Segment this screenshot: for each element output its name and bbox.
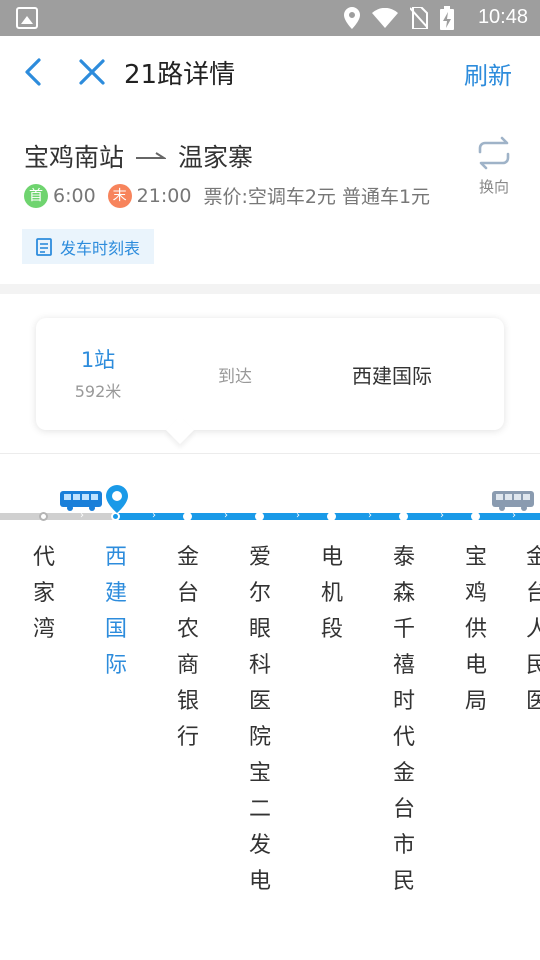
stops-count: 1站 <box>80 348 116 372</box>
no-sim-icon <box>410 7 428 29</box>
track-chevron: › <box>80 510 84 521</box>
stop-dot-current <box>111 512 120 521</box>
station-item[interactable]: 代家湾 <box>30 540 58 648</box>
card-pointer <box>165 415 195 445</box>
battery-charging-icon <box>440 6 454 30</box>
first-bus-time: 6:00 <box>53 184 96 207</box>
bus-icon <box>60 491 102 511</box>
arrival-station: 西建国际 <box>352 364 432 388</box>
route-names: 宝鸡南站 温家寨 <box>24 138 253 174</box>
stop-dot <box>399 512 408 521</box>
stop-dot <box>327 512 336 521</box>
station-item[interactable]: 金台农商银行 <box>174 540 202 756</box>
arrive-label: 到达 <box>218 367 252 387</box>
wifi-icon <box>372 8 398 28</box>
stop-dot <box>471 512 480 521</box>
route-origin: 宝鸡南站 <box>24 143 125 172</box>
refresh-button[interactable]: 刷新 <box>464 56 512 91</box>
timetable-button[interactable]: 发车时刻表 <box>22 229 155 264</box>
track-chevron: › <box>296 510 300 521</box>
app-header: 21路详情 刷新 <box>0 36 540 108</box>
section-separator <box>0 284 540 294</box>
status-bar: 10:48 <box>0 0 540 36</box>
location-pin-icon <box>106 485 128 513</box>
swap-direction-label: 换向 <box>478 178 509 196</box>
track-chevron: › <box>368 510 372 521</box>
station-item-partial[interactable]: 金台人民医 <box>526 540 540 720</box>
station-item[interactable]: 宝鸡供电局 <box>462 540 490 720</box>
stop-dot <box>39 512 48 521</box>
chevron-left-icon <box>25 58 41 86</box>
location-icon <box>344 7 360 29</box>
timetable-label: 发车时刻表 <box>60 238 141 258</box>
station-item-current[interactable]: 西建国际 <box>102 540 130 684</box>
last-bus-time: 21:00 <box>136 184 192 207</box>
route-destination: 温家寨 <box>178 143 254 172</box>
page-title: 21路详情 <box>124 60 236 90</box>
distance: 592米 <box>74 382 122 401</box>
station-item[interactable]: 爱尔眼科医院宝二发电 <box>246 540 274 900</box>
arrival-card: 1站 592米 到达 西建国际 <box>36 318 504 445</box>
station-item[interactable]: 泰森千禧时代金台市民 <box>390 540 418 900</box>
station-item[interactable]: 电机段 <box>318 540 346 648</box>
route-info: 宝鸡南站 温家寨 换向 首 6:00 末 21:00 票价:空调车2元 普通车1… <box>0 108 540 286</box>
swap-direction-icon <box>478 136 510 170</box>
status-icons <box>344 6 454 30</box>
stop-dot <box>255 512 264 521</box>
close-button[interactable] <box>74 54 110 90</box>
close-icon <box>79 59 105 85</box>
track-chevron: › <box>512 510 516 521</box>
clock-time: 10:48 <box>477 6 528 28</box>
timetable-icon <box>36 237 52 256</box>
stops-away: 1站 592米 <box>74 344 122 402</box>
last-bus-badge: 末 <box>107 183 132 208</box>
track-chevron: › <box>152 510 156 521</box>
track-chevron: › <box>224 510 228 521</box>
track-chevron: › <box>440 510 444 521</box>
swap-direction-button[interactable]: 换向 <box>470 136 518 197</box>
direction-arrow-icon <box>136 152 167 159</box>
fare-info: 票价:空调车2元 普通车1元 <box>203 186 431 208</box>
divider <box>0 453 540 454</box>
image-notification-icon <box>16 7 38 29</box>
back-button[interactable] <box>16 54 52 90</box>
bus-icon-grey <box>492 491 534 511</box>
service-times: 首 6:00 末 21:00 票价:空调车2元 普通车1元 <box>24 182 430 209</box>
stop-dot <box>183 512 192 521</box>
first-bus-badge: 首 <box>24 183 48 208</box>
track-passed <box>0 513 116 520</box>
